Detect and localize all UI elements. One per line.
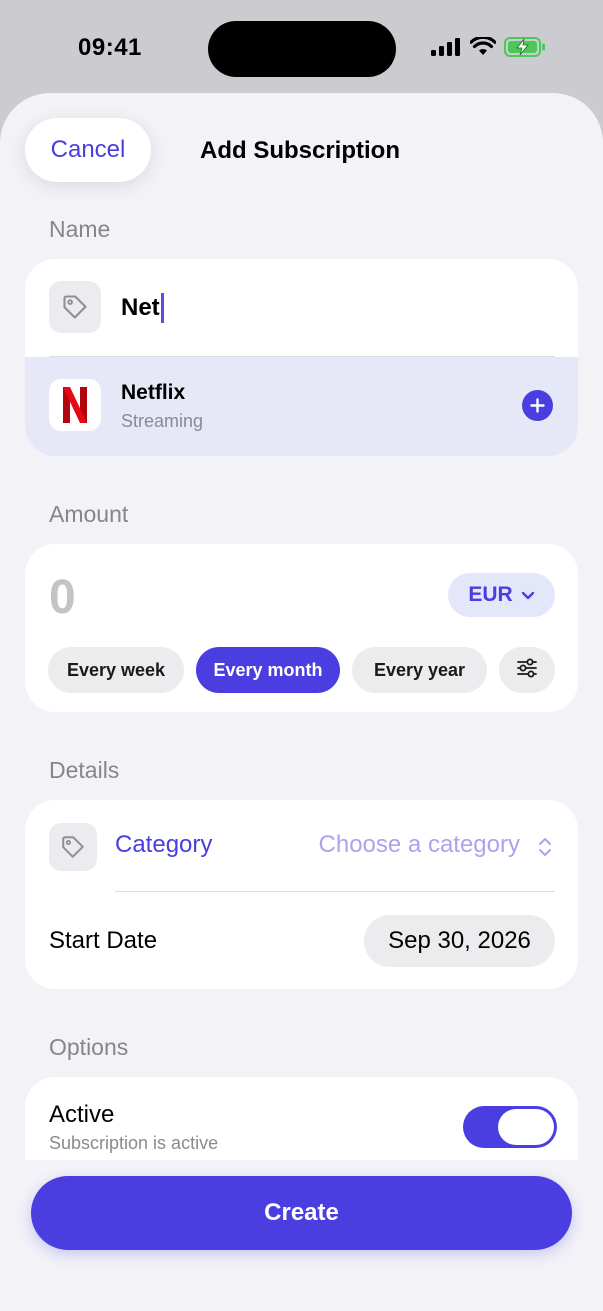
name-input-value: Net bbox=[121, 294, 160, 321]
details-card: Category Choose a category Start Date Se… bbox=[25, 800, 578, 989]
status-bar: 09:41 bbox=[0, 0, 603, 96]
text-caret bbox=[160, 293, 164, 323]
battery-charging-icon bbox=[504, 36, 546, 58]
chevron-down-icon bbox=[521, 583, 535, 607]
sheet-title: Add Subscription bbox=[200, 137, 400, 164]
category-picker[interactable]: Choose a category bbox=[319, 831, 520, 859]
plus-circle-icon[interactable] bbox=[522, 390, 553, 421]
status-icons bbox=[430, 36, 546, 58]
sliders-icon bbox=[516, 658, 538, 683]
currency-selector[interactable]: EUR bbox=[448, 573, 555, 617]
tag-icon bbox=[49, 281, 101, 333]
active-subtitle: Subscription is active bbox=[49, 1133, 219, 1153]
name-section-label: Name bbox=[49, 216, 111, 242]
name-card: Net Netflix Streaming bbox=[25, 259, 578, 456]
details-section-label: Details bbox=[49, 757, 120, 783]
add-subscription-sheet: Cancel Add Subscription Name Net Netflix bbox=[0, 93, 603, 1311]
active-label: Active bbox=[49, 1101, 115, 1128]
custom-frequency-button[interactable] bbox=[499, 647, 555, 693]
start-date-label: Start Date bbox=[49, 927, 158, 954]
frequency-every-month[interactable]: Every month bbox=[196, 647, 340, 693]
suggestion-name: Netflix bbox=[121, 381, 186, 404]
active-toggle[interactable] bbox=[463, 1106, 557, 1148]
amount-section-label: Amount bbox=[49, 501, 129, 527]
frequency-every-week[interactable]: Every week bbox=[48, 647, 184, 693]
amount-card: 0 EUR Every week Every month Every year bbox=[25, 544, 578, 712]
amount-input[interactable]: 0 bbox=[49, 570, 76, 625]
suggestion-category: Streaming bbox=[121, 411, 204, 431]
dynamic-island bbox=[208, 21, 396, 77]
cancel-button[interactable]: Cancel bbox=[25, 118, 151, 182]
frequency-every-year[interactable]: Every year bbox=[352, 647, 487, 693]
start-date-picker[interactable]: Sep 30, 2026 bbox=[364, 915, 555, 967]
currency-label: EUR bbox=[468, 583, 513, 606]
tag-icon bbox=[49, 823, 97, 871]
details-divider bbox=[115, 891, 555, 892]
category-label: Category bbox=[115, 831, 213, 858]
chevron-up-down-icon[interactable] bbox=[537, 836, 553, 863]
status-time: 09:41 bbox=[78, 34, 142, 61]
toggle-knob bbox=[498, 1109, 554, 1145]
options-section-label: Options bbox=[49, 1034, 129, 1060]
netflix-suggestion-row[interactable]: Netflix Streaming bbox=[25, 357, 578, 456]
signal-icon bbox=[430, 37, 462, 57]
create-button[interactable]: Create bbox=[31, 1176, 572, 1250]
netflix-logo bbox=[49, 379, 101, 431]
name-input[interactable]: Net bbox=[121, 293, 164, 323]
wifi-icon bbox=[470, 37, 496, 57]
